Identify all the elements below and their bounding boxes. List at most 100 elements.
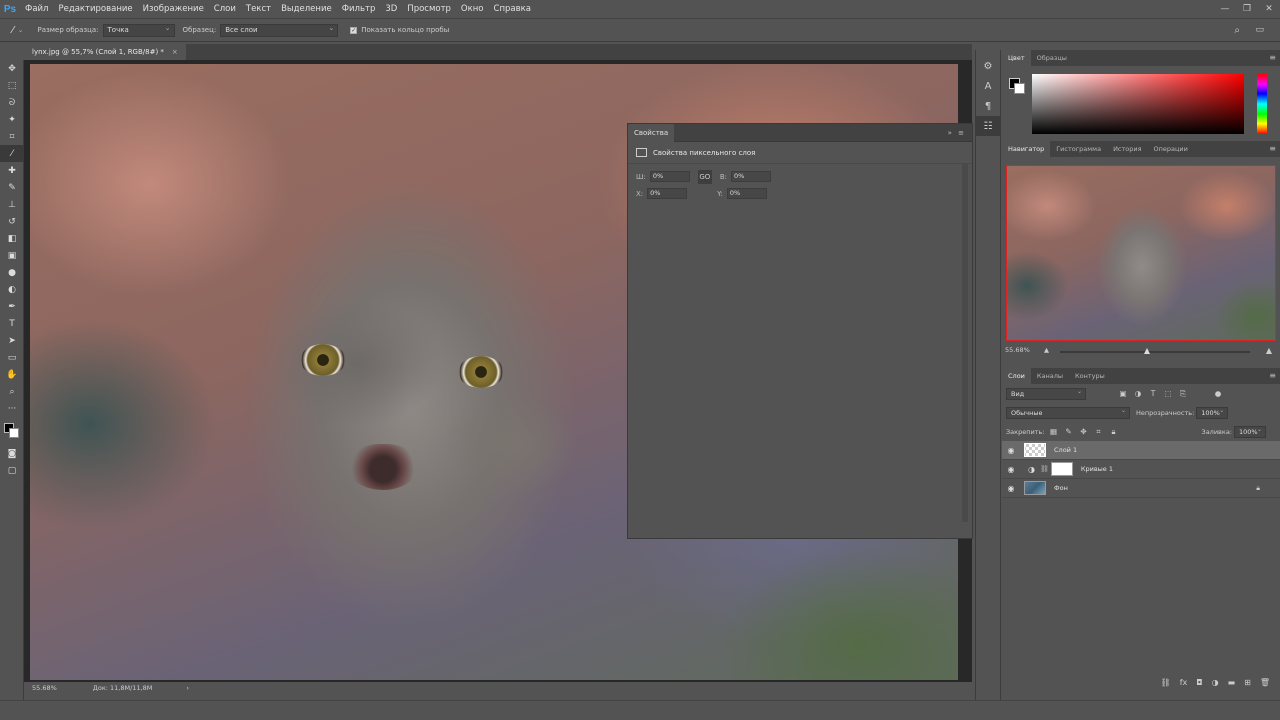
add-mask-icon[interactable]: ◘ <box>1196 678 1202 687</box>
properties-tab[interactable]: Свойства <box>628 123 675 142</box>
properties-scrollbar[interactable] <box>962 164 968 522</box>
eyedropper-icon[interactable]: ⁄ <box>12 25 14 36</box>
close-tab-icon[interactable]: × <box>172 48 178 56</box>
color-panel-menu-icon[interactable]: ≡ <box>1269 50 1276 66</box>
properties-panel-icon[interactable]: ☷ <box>976 116 1000 136</box>
menu-file[interactable]: Файл <box>20 0 53 18</box>
crop-tool-icon[interactable]: ⌗ <box>0 128 24 145</box>
blur-tool-icon[interactable]: ● <box>0 264 24 281</box>
tab-navigator[interactable]: Навигатор <box>1002 141 1051 157</box>
tab-paths[interactable]: Контуры <box>1069 368 1111 384</box>
lock-all-icon[interactable]: 🔒︎ <box>1107 427 1119 437</box>
new-layer-icon[interactable]: ⊞ <box>1244 678 1251 687</box>
background-color-chip[interactable] <box>1014 83 1025 94</box>
tab-actions[interactable]: Операции <box>1148 141 1194 157</box>
fx-icon[interactable]: fx <box>1180 678 1188 687</box>
zoom-out-icon[interactable]: ▲ <box>1044 346 1049 354</box>
zoom-tool-icon[interactable]: ⌕ <box>0 383 24 400</box>
visibility-eye-icon[interactable]: ◉ <box>1002 465 1020 474</box>
history-brush-tool-icon[interactable]: ↺ <box>0 213 24 230</box>
layer-row-layer1[interactable]: ◉ Слой 1 <box>1002 441 1280 460</box>
clone-stamp-tool-icon[interactable]: ⊥ <box>0 196 24 213</box>
layer-name[interactable]: Слой 1 <box>1054 446 1077 454</box>
filter-shape-icon[interactable]: ⬚ <box>1162 389 1174 398</box>
tab-color[interactable]: Цвет <box>1002 50 1031 66</box>
layer-row-background[interactable]: ◉ Фон 🔒︎ <box>1002 479 1280 498</box>
lock-transparent-icon[interactable]: ▦ <box>1047 427 1059 436</box>
document-tab[interactable]: lynx.jpg @ 55,7% (Слой 1, RGB/8#) * × <box>24 44 186 60</box>
fill-field[interactable]: 100% <box>1234 425 1266 438</box>
navigator-menu-icon[interactable]: ≡ <box>1269 141 1276 157</box>
visibility-eye-icon[interactable]: ◉ <box>1002 446 1020 455</box>
workspace-icon[interactable]: ▭ <box>1255 25 1264 35</box>
menu-3d[interactable]: 3D <box>380 0 402 18</box>
filter-type-icon[interactable]: T <box>1147 389 1159 398</box>
layer-mask-thumbnail[interactable] <box>1050 462 1073 476</box>
menu-view[interactable]: Просмотр <box>402 0 456 18</box>
tab-layers[interactable]: Слои <box>1002 368 1031 384</box>
marquee-tool-icon[interactable]: ⬚ <box>0 77 24 94</box>
type-tool-icon[interactable]: T <box>0 315 24 332</box>
filter-adjustment-icon[interactable]: ◑ <box>1132 389 1144 398</box>
menu-edit[interactable]: Редактирование <box>53 0 137 18</box>
hand-tool-icon[interactable]: ✋ <box>0 366 24 383</box>
color-swatches[interactable] <box>0 417 24 445</box>
panel-menu-icon[interactable]: » ≡ <box>948 129 966 137</box>
brush-presets-icon[interactable]: ⚙ <box>976 56 1000 76</box>
tab-histogram[interactable]: Гистограмма <box>1050 141 1107 157</box>
filter-pixel-icon[interactable]: ▣ <box>1117 389 1129 398</box>
lock-position-icon[interactable]: ✥ <box>1077 427 1089 436</box>
y-field[interactable]: 0% <box>726 188 767 199</box>
quick-mask-icon[interactable]: ◙ <box>0 445 24 462</box>
new-group-icon[interactable]: ▬ <box>1228 678 1236 687</box>
character-icon[interactable]: A <box>976 76 1000 96</box>
status-zoom[interactable]: 55.68% <box>32 684 57 692</box>
menu-image[interactable]: Изображение <box>138 0 209 18</box>
more-tools-icon[interactable]: ··· <box>0 400 24 417</box>
height-field[interactable]: 0% <box>731 171 772 182</box>
zoom-slider-knob[interactable] <box>1144 348 1151 354</box>
tab-channels[interactable]: Каналы <box>1031 368 1069 384</box>
rectangle-tool-icon[interactable]: ▭ <box>0 349 24 366</box>
sample-select[interactable]: Все слои <box>220 23 339 37</box>
layer-row-curves1[interactable]: ◉ ◑ ⛓ Кривые 1 <box>1002 460 1280 479</box>
pen-tool-icon[interactable]: ✒ <box>0 298 24 315</box>
x-field[interactable]: 0% <box>647 188 688 199</box>
paragraph-icon[interactable]: ¶ <box>976 96 1000 116</box>
move-tool-icon[interactable]: ✥ <box>0 60 24 77</box>
lasso-tool-icon[interactable]: ᘐ <box>0 94 24 111</box>
menu-select[interactable]: Выделение <box>276 0 337 18</box>
navigator-thumbnail[interactable] <box>1006 165 1276 341</box>
zoom-in-icon[interactable]: ▲ <box>1266 346 1272 355</box>
link-icon[interactable]: GO <box>697 169 712 184</box>
filter-toggle-icon[interactable]: ● <box>1212 389 1224 398</box>
dodge-tool-icon[interactable]: ◐ <box>0 281 24 298</box>
eyedropper-tool-icon[interactable]: ⁄ <box>0 145 24 162</box>
maximize-button[interactable]: ❐ <box>1236 0 1258 18</box>
healing-brush-tool-icon[interactable]: ✚ <box>0 162 24 179</box>
layers-menu-icon[interactable]: ≡ <box>1269 368 1276 384</box>
show-ring-checkbox[interactable]: ✓ <box>350 26 358 34</box>
brush-tool-icon[interactable]: ✎ <box>0 179 24 196</box>
navigator-zoom-slider[interactable] <box>1060 348 1250 354</box>
menu-filter[interactable]: Фильтр <box>337 0 381 18</box>
path-selection-tool-icon[interactable]: ➤ <box>0 332 24 349</box>
trash-icon[interactable]: 🗑︎ <box>1260 678 1270 687</box>
magic-wand-tool-icon[interactable]: ✦ <box>0 111 24 128</box>
menu-type[interactable]: Текст <box>241 0 276 18</box>
layer-name[interactable]: Фон <box>1054 484 1068 492</box>
tab-history[interactable]: История <box>1107 141 1147 157</box>
eraser-tool-icon[interactable]: ◧ <box>0 230 24 247</box>
gradient-tool-icon[interactable]: ▣ <box>0 247 24 264</box>
sample-size-select[interactable]: Точка <box>102 23 175 37</box>
color-picker-field[interactable] <box>1032 74 1244 134</box>
tab-swatches[interactable]: Образцы <box>1031 50 1073 66</box>
search-icon[interactable]: ⌕ <box>1234 25 1240 36</box>
width-field[interactable]: 0% <box>649 171 690 182</box>
hue-slider[interactable] <box>1257 74 1267 134</box>
menu-window[interactable]: Окно <box>456 0 489 18</box>
lock-artboard-icon[interactable]: ⌗ <box>1092 427 1104 437</box>
minimize-button[interactable]: — <box>1214 0 1236 18</box>
visibility-eye-icon[interactable]: ◉ <box>1002 484 1020 493</box>
layer-filter-select[interactable]: Вид <box>1006 387 1086 400</box>
